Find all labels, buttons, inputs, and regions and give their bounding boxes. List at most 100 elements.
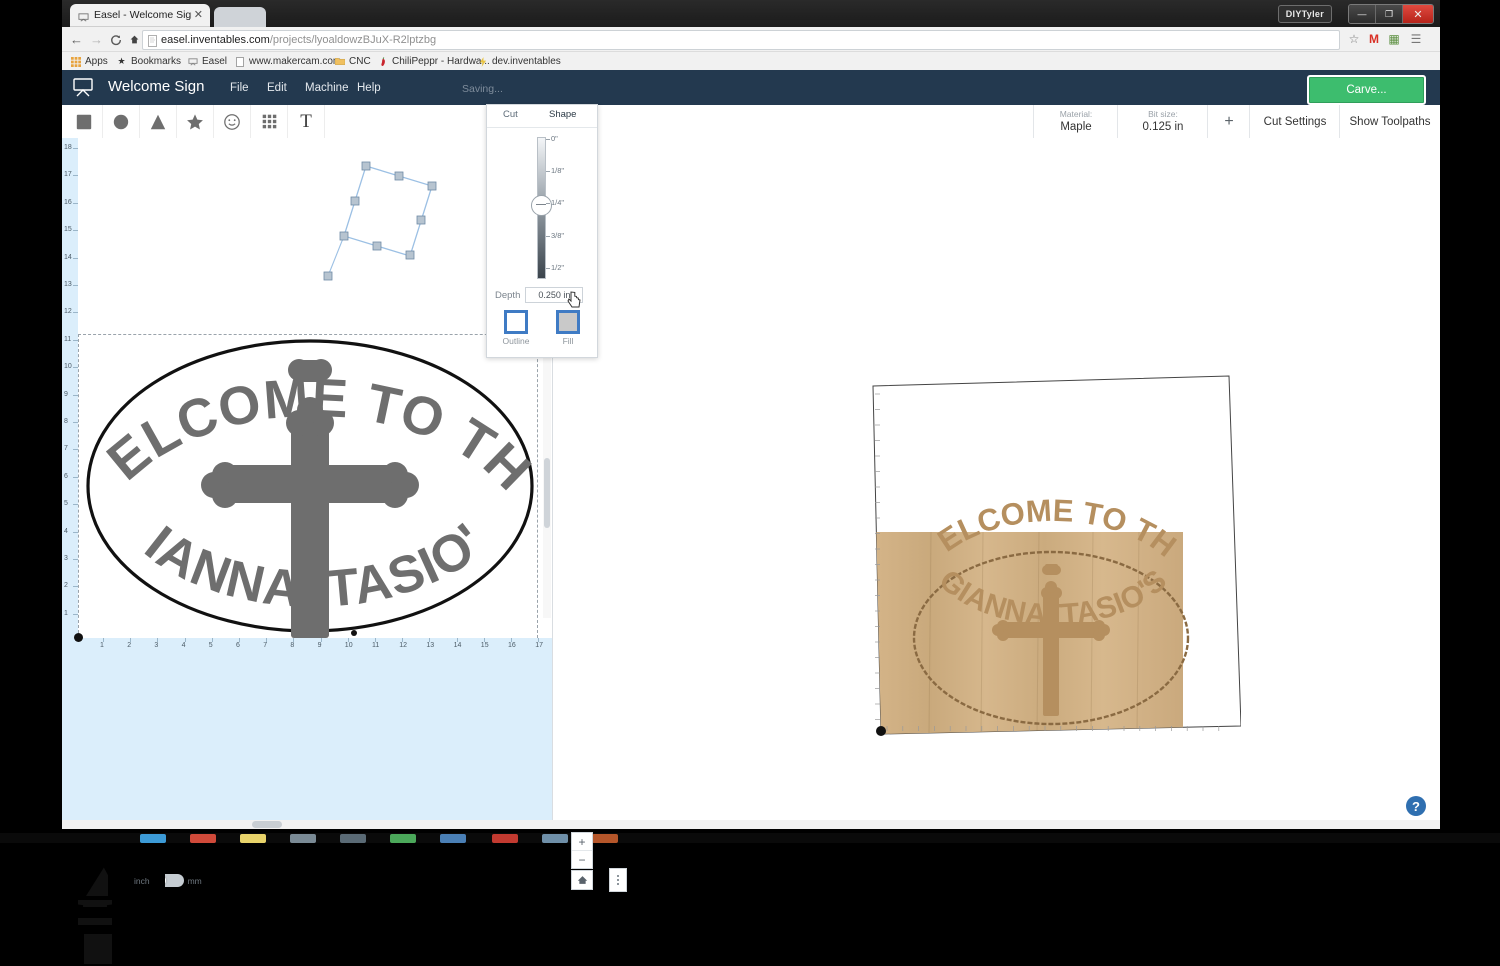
triangle-shape-tool[interactable]: [140, 105, 177, 138]
circle-shape-tool[interactable]: [103, 105, 140, 138]
outline-mode-button[interactable]: Outline: [495, 310, 537, 346]
hruler-tick: 2: [127, 642, 132, 649]
bookmark-chilipeppr[interactable]: ChiliPeppr - Hardwa...: [377, 54, 490, 69]
vruler-tick: 3: [64, 555, 68, 562]
bookmark-dev-inventables[interactable]: dev.inventables: [477, 54, 561, 69]
hruler-mark: [157, 638, 159, 642]
taskbar-item-8[interactable]: [492, 834, 518, 843]
page-icon: [234, 56, 245, 67]
show-toolpaths-button[interactable]: Show Toolpaths: [1339, 105, 1440, 138]
star-shape-tool[interactable]: [177, 105, 214, 138]
reload-icon[interactable]: [107, 31, 124, 48]
bolt-icon: [477, 56, 488, 67]
new-tab-button[interactable]: [214, 7, 266, 27]
bookmark-label: Easel: [202, 56, 228, 67]
taskbar-item-9[interactable]: [542, 834, 568, 843]
bit-size-selector[interactable]: Bit size: 0.125 in: [1117, 105, 1208, 138]
bookmark-label: CNC: [349, 56, 371, 67]
secondary-origin-marker: [351, 630, 357, 636]
zoom-controls: + −: [571, 832, 593, 869]
selection-handles[interactable]: [323, 161, 437, 281]
page-horizontal-scrollbar[interactable]: [62, 820, 1440, 829]
menu-edit[interactable]: Edit: [267, 82, 287, 94]
square-shape-tool[interactable]: [66, 105, 103, 138]
depth-label: Depth: [495, 289, 521, 301]
cut-shape-popup[interactable]: Cut Shape 0" 1/8" 1/4" 3/8" 1/2" Depth O…: [486, 104, 598, 358]
zoom-home-button[interactable]: [571, 870, 593, 890]
bit-size-value: 0.125 in: [1142, 121, 1184, 133]
sign-design[interactable]: WELCOME TO THE GIANNATTASIO'S: [78, 138, 548, 638]
address-bar[interactable]: easel.inventables.com/projects/lyoaldowz…: [142, 30, 1340, 50]
design-canvas-pane[interactable]: 18 17 16 15 14 13 12 11 10 9 8 7 6 5 4 3 2 1: [44, 138, 593, 964]
browser-menu-icon[interactable]: ☰: [1408, 31, 1424, 47]
taskbar-item-7[interactable]: [440, 834, 466, 843]
text-tool[interactable]: T: [288, 105, 325, 138]
menu-file[interactable]: File: [230, 82, 249, 94]
hruler-tick: 16: [508, 642, 516, 649]
hruler-tick: 13: [426, 642, 435, 649]
easel-logo-icon[interactable]: [72, 77, 94, 97]
apps-library-tool[interactable]: [251, 105, 288, 138]
canvas-overflow-menu[interactable]: [609, 868, 627, 892]
extension-icon[interactable]: ▦: [1386, 31, 1402, 47]
zoom-in-button[interactable]: +: [572, 833, 592, 851]
emoji-shape-tool[interactable]: [214, 105, 251, 138]
help-button[interactable]: ?: [1406, 796, 1426, 816]
brand-tag: DIYTyler: [1277, 5, 1332, 23]
stock-preview[interactable]: WELCOME TO THE GIANNATTASIO'S: [871, 374, 1241, 736]
url-path: /projects/lyoaldowzBJuX-R2lptzbg: [269, 34, 437, 46]
hruler-mark: [239, 638, 240, 642]
address-bar-url: easel.inventables.com/projects/lyoaldowz…: [161, 33, 436, 47]
material-label: Material:: [1059, 109, 1093, 119]
mail-icon[interactable]: M: [1366, 31, 1382, 47]
carve-button[interactable]: Carve...: [1307, 75, 1426, 105]
bookmark-easel[interactable]: Easel: [187, 54, 227, 69]
design-canvas[interactable]: WELCOME TO THE GIANNATTASIO'S: [74, 138, 552, 642]
home-icon[interactable]: [126, 31, 143, 48]
hruler-tick: 9: [317, 642, 322, 649]
page-title: Welcome Sign: [108, 78, 205, 95]
tab-shape[interactable]: Shape: [549, 109, 576, 120]
back-icon[interactable]: ←: [68, 31, 85, 48]
cut-settings-button[interactable]: Cut Settings: [1249, 105, 1340, 138]
bookmark-makercam[interactable]: www.makercam.com: [234, 54, 341, 69]
hruler-tick: 14: [453, 642, 462, 649]
hruler-mark: [538, 638, 540, 642]
zoom-out-button[interactable]: −: [572, 851, 592, 868]
material-selector[interactable]: Material: Maple: [1033, 105, 1118, 138]
maximize-button[interactable]: ❐: [1376, 5, 1403, 23]
bookmark-star-icon[interactable]: ☆: [1346, 31, 1362, 47]
menu-help[interactable]: Help: [357, 82, 381, 94]
menu-machine[interactable]: Machine: [305, 82, 348, 94]
hruler-mark: [320, 638, 322, 642]
taskbar-item-6[interactable]: [390, 834, 416, 843]
taskbar-item-10[interactable]: [592, 834, 618, 843]
preview-pane[interactable]: WELCOME TO THE GIANNATTASIO'S: [553, 138, 1440, 829]
outline-label: Outline: [502, 336, 530, 346]
preview-origin-marker: [876, 726, 886, 736]
bookmark-apps[interactable]: Apps: [70, 54, 108, 69]
minimize-button[interactable]: —: [1349, 5, 1376, 23]
tab-cut[interactable]: Cut: [503, 109, 518, 120]
hruler-mark: [184, 638, 186, 642]
hruler-tick: 3: [154, 642, 159, 649]
bookmark-bookmarks[interactable]: ★ Bookmarks: [116, 54, 181, 69]
hruler-mark: [483, 638, 485, 642]
vruler-tick: 14: [64, 253, 72, 261]
hruler-tick: 10: [344, 642, 353, 649]
material-value: Maple: [1060, 121, 1092, 133]
forward-icon[interactable]: →: [88, 31, 105, 48]
close-button[interactable]: ✕: [1403, 5, 1433, 23]
add-bit-button[interactable]: +: [1207, 105, 1250, 138]
tab-favicon: [78, 10, 89, 22]
slider-tick-0: 0": [546, 134, 558, 143]
taskbar-item-5[interactable]: [340, 834, 366, 843]
browser-titlebar: Easel - Welcome Sign ✕ DIYTyler — ❐ ✕: [62, 0, 1440, 27]
browser-window: Easel - Welcome Sign ✕ DIYTyler — ❐ ✕ ← …: [44, 0, 1440, 964]
depth-slider-handle[interactable]: [531, 195, 552, 216]
tab-close-icon[interactable]: ✕: [194, 8, 203, 22]
bookmark-cnc[interactable]: CNC: [334, 54, 371, 69]
browser-tab[interactable]: Easel - Welcome Sign ✕: [70, 4, 210, 27]
easel-icon: [187, 56, 198, 67]
fill-mode-button[interactable]: Fill: [547, 310, 589, 346]
